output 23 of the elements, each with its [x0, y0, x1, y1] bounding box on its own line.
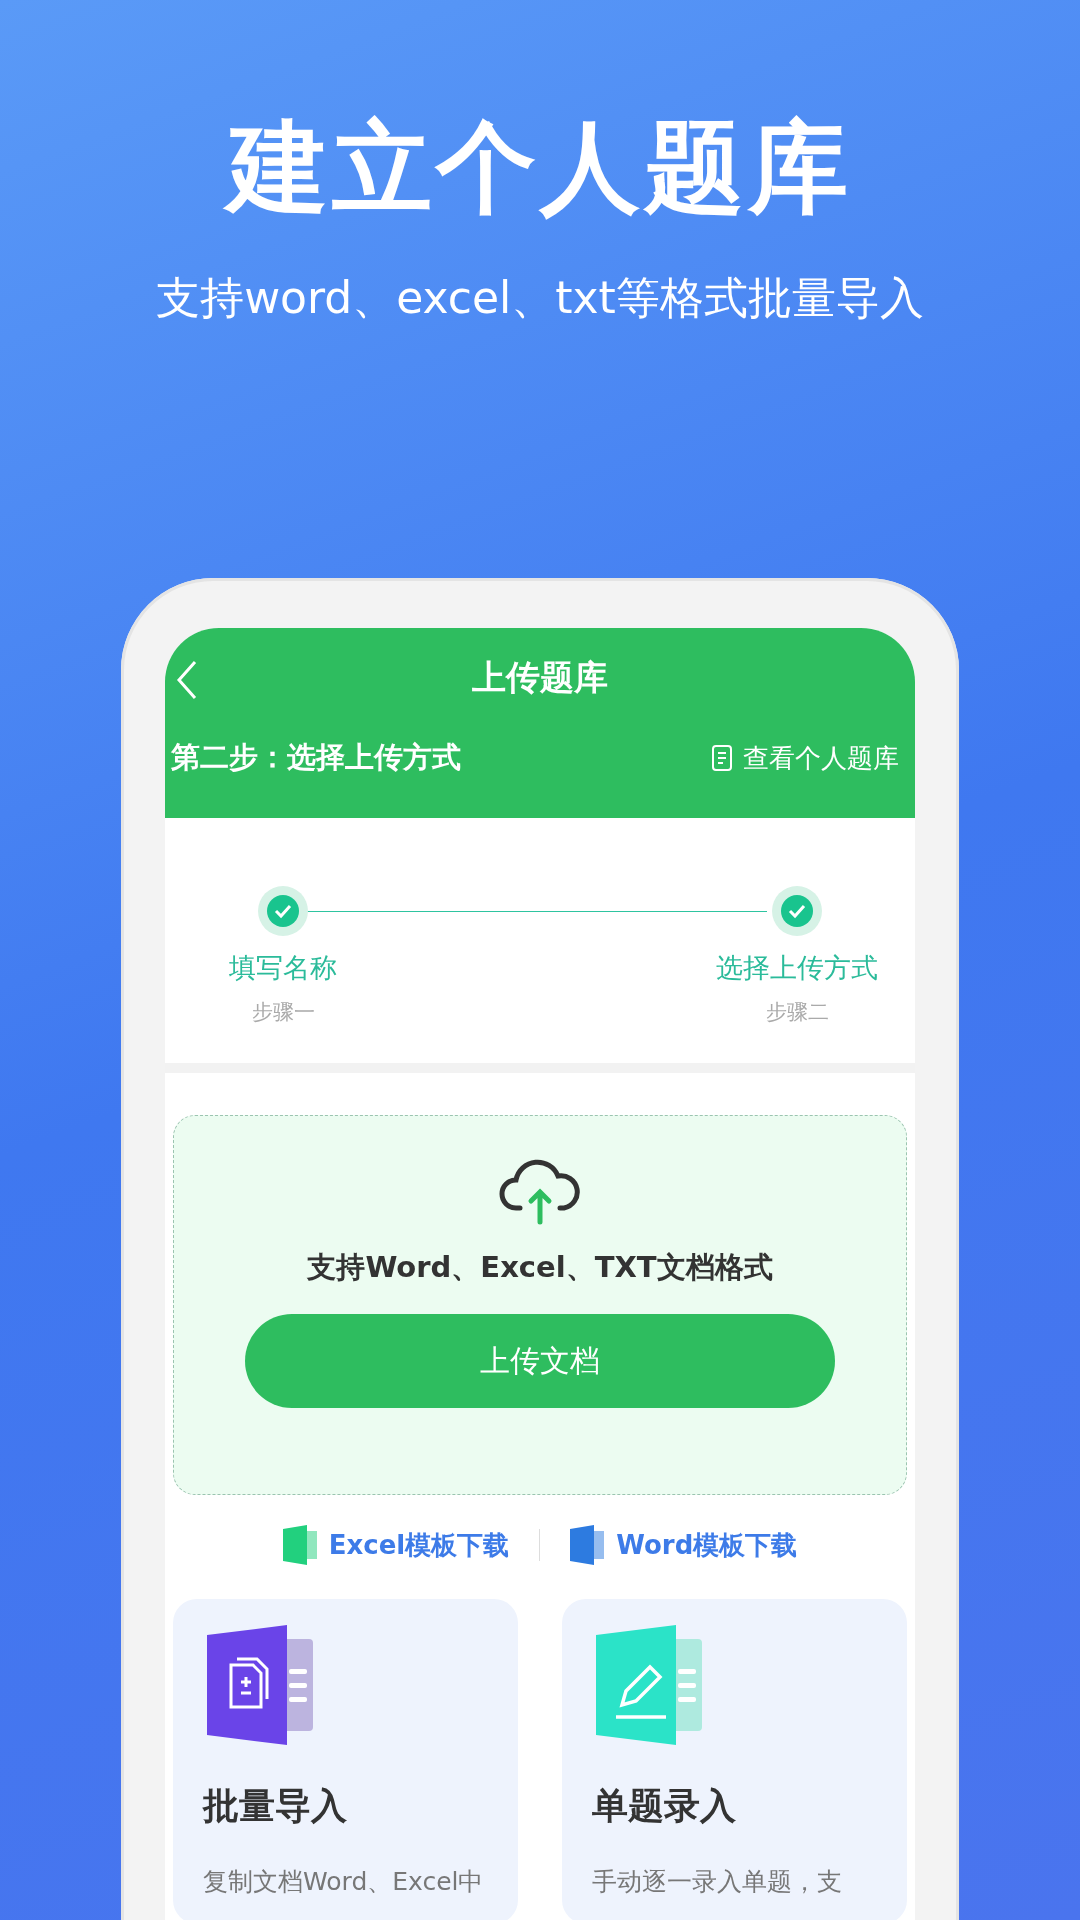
- option-card[interactable]: 批量导入 复制文档Word、Excel中: [173, 1599, 518, 1920]
- step-label: 填写名称: [229, 951, 337, 985]
- check-icon: [266, 894, 300, 928]
- card-description: 手动逐一录入单题，支: [592, 1866, 843, 1898]
- card-description: 复制文档Word、Excel中: [203, 1866, 485, 1898]
- upload-button[interactable]: 上传文档: [245, 1314, 835, 1408]
- check-icon: [780, 894, 814, 928]
- step-number: 步骤一: [251, 999, 315, 1026]
- card-title: 单题录入: [592, 1784, 737, 1828]
- step-label: 选择上传方式: [716, 951, 878, 985]
- library-link[interactable]: 查看个人题库: [711, 740, 899, 776]
- back-icon[interactable]: [175, 660, 199, 700]
- card-title: 批量导入: [203, 1784, 348, 1828]
- template-download-link[interactable]: Excel模板下载: [282, 1525, 510, 1565]
- page-title: 上传题库: [472, 656, 608, 699]
- format-note: 支持Word、Excel、TXT文档格式: [307, 1249, 773, 1286]
- document-icon: [711, 744, 735, 772]
- option-card[interactable]: 单题录入 手动逐一录入单题，支: [562, 1599, 907, 1920]
- subtitle: 支持word、excel、txt等格式批量导入: [156, 271, 924, 325]
- step-number: 步骤二: [765, 999, 829, 1026]
- template-download-link[interactable]: Word模板下载: [570, 1525, 798, 1565]
- headline: 建立个人题库: [204, 94, 876, 241]
- step-heading: 第二步：选择上传方式: [171, 739, 461, 776]
